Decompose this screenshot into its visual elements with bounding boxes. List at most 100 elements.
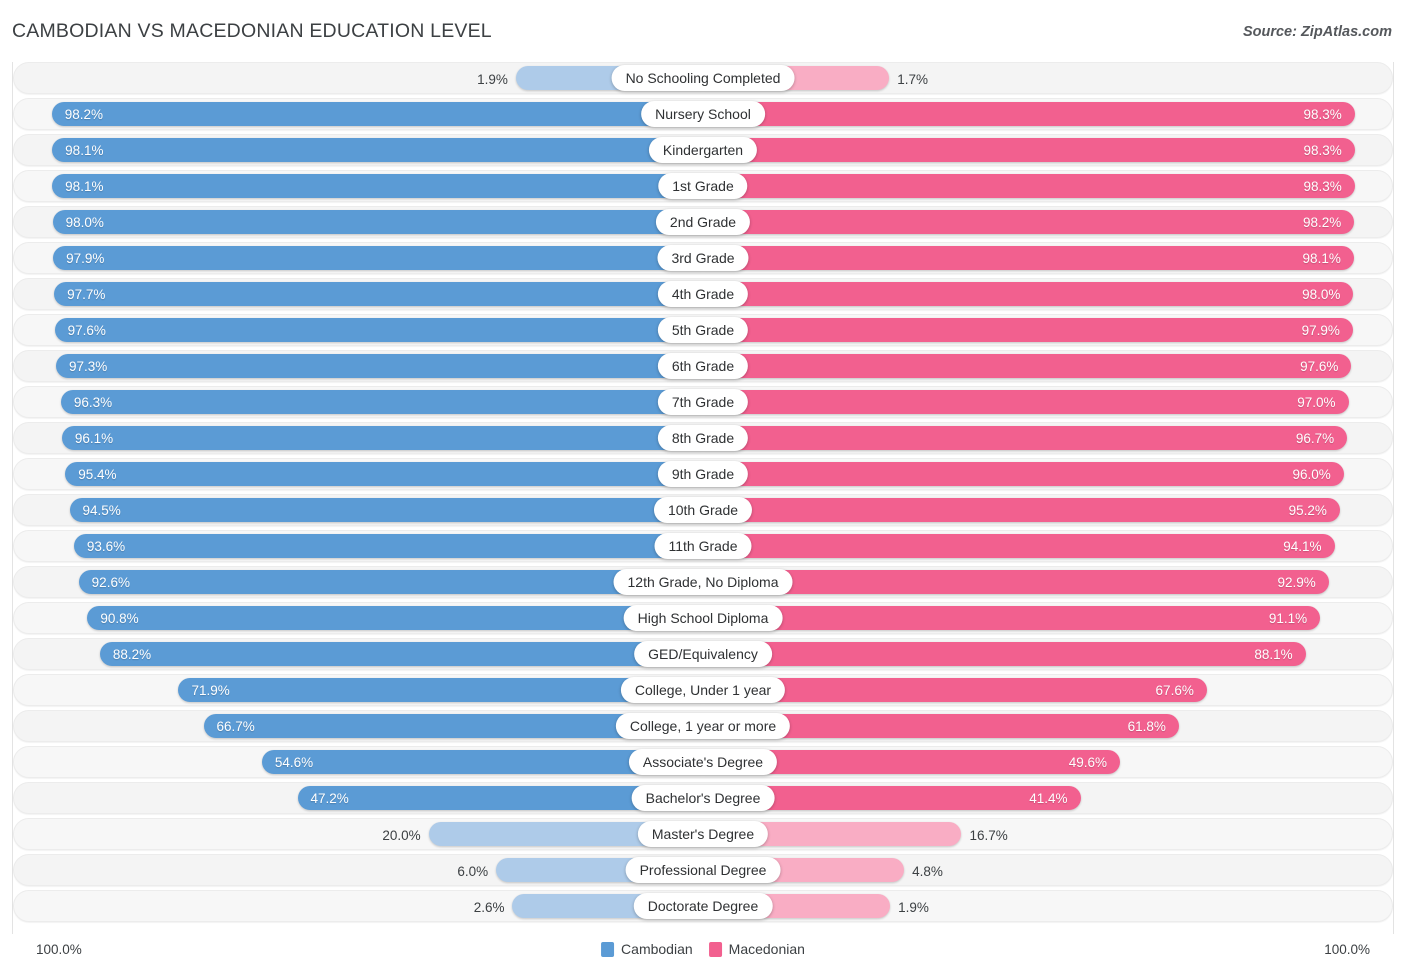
bar-value-cambodian: 1.9% bbox=[477, 71, 508, 87]
category-label: 8th Grade bbox=[657, 425, 749, 451]
bar-value-cambodian: 98.1% bbox=[65, 142, 104, 158]
bar-value-macedonian: 96.0% bbox=[1292, 466, 1331, 482]
bar-cambodian: 92.6% bbox=[78, 570, 703, 594]
bar-value-macedonian: 96.7% bbox=[1295, 430, 1335, 446]
bar-cambodian: 98.1% bbox=[52, 174, 703, 198]
chart-row-inner: 2.6% 1.9% Doctorate Degree bbox=[14, 891, 1392, 921]
legend-swatch-icon bbox=[601, 941, 615, 957]
chart-row: 6.0% 4.8% Professional Degree bbox=[13, 854, 1393, 886]
chart-row: 97.6% 97.9% 5th Grade bbox=[13, 314, 1393, 346]
bar-value-macedonian: 98.1% bbox=[1302, 250, 1341, 266]
bar-macedonian: 95.2% bbox=[703, 498, 1340, 522]
bar-macedonian: 98.1% bbox=[703, 246, 1354, 270]
chart-row: 97.9% 98.1% 3rd Grade bbox=[13, 242, 1393, 274]
chart-row-inner: 98.1% 98.3% Kindergarten bbox=[14, 135, 1392, 165]
bar-macedonian: 98.0% bbox=[703, 282, 1354, 306]
chart-row: 88.2% 88.1% GED/Equivalency bbox=[13, 638, 1393, 670]
category-label: Kindergarten bbox=[648, 137, 758, 163]
chart-row: 90.8% 91.1% High School Diploma bbox=[13, 602, 1393, 634]
bar-value-macedonian: 98.3% bbox=[1303, 178, 1342, 194]
chart-row: 97.3% 97.6% 6th Grade bbox=[13, 350, 1393, 382]
bar-macedonian: 97.6% bbox=[703, 354, 1352, 378]
chart-row: 2.6% 1.9% Doctorate Degree bbox=[13, 890, 1393, 922]
source-attribution: Source: ZipAtlas.com bbox=[1242, 24, 1392, 40]
chart-row: 96.3% 97.0% 7th Grade bbox=[13, 386, 1393, 418]
category-label: Doctorate Degree bbox=[633, 893, 773, 919]
category-label: 9th Grade bbox=[657, 461, 749, 487]
chart-row-inner: 47.2% 41.4% Bachelor's Degree bbox=[14, 783, 1392, 813]
chart-row-inner: 98.0% 98.2% 2nd Grade bbox=[14, 207, 1392, 237]
page-title: CAMBODIAN VS MACEDONIAN EDUCATION LEVEL bbox=[12, 20, 492, 42]
chart-row-inner: 96.1% 96.7% 8th Grade bbox=[14, 423, 1392, 453]
bar-value-macedonian: 67.6% bbox=[1155, 682, 1194, 698]
chart-footer: 100.0% Cambodian Macedonian 100.0% bbox=[0, 938, 1406, 970]
chart-row-inner: 1.9% 1.7% No Schooling Completed bbox=[14, 63, 1392, 93]
legend-item[interactable]: Macedonian bbox=[708, 941, 805, 957]
chart-row-inner: 20.0% 16.7% Master's Degree bbox=[14, 819, 1392, 849]
bar-value-macedonian: 98.2% bbox=[1303, 214, 1342, 230]
chart-row-inner: 95.4% 96.0% 9th Grade bbox=[14, 459, 1392, 489]
category-label: 3rd Grade bbox=[657, 245, 749, 271]
bar-macedonian: 96.7% bbox=[703, 426, 1348, 450]
chart-row-inner: 97.6% 97.9% 5th Grade bbox=[14, 315, 1392, 345]
bar-value-cambodian: 93.6% bbox=[86, 538, 126, 554]
bar-value-macedonian: 97.9% bbox=[1301, 322, 1340, 338]
chart-row-inner: 97.9% 98.1% 3rd Grade bbox=[14, 243, 1392, 273]
bar-value-cambodian: 2.6% bbox=[473, 899, 505, 915]
bar-macedonian: 97.9% bbox=[703, 318, 1353, 342]
bar-value-cambodian: 98.2% bbox=[64, 106, 103, 122]
category-label: GED/Equivalency bbox=[634, 641, 772, 667]
chart-row-inner: 54.6% 49.6% Associate's Degree bbox=[14, 747, 1392, 777]
bar-value-macedonian: 95.2% bbox=[1288, 502, 1327, 518]
bar-macedonian: 98.2% bbox=[703, 210, 1355, 234]
chart-row: 97.7% 98.0% 4th Grade bbox=[13, 278, 1393, 310]
bar-value-cambodian: 98.0% bbox=[65, 214, 104, 230]
chart-row-inner: 88.2% 88.1% GED/Equivalency bbox=[14, 639, 1392, 669]
axis-label-right: 100.0% bbox=[1324, 942, 1370, 957]
bar-macedonian: 92.9% bbox=[703, 570, 1329, 594]
bar-value-cambodian: 20.0% bbox=[382, 827, 421, 843]
chart-row-inner: 92.6% 92.9% 12th Grade, No Diploma bbox=[14, 567, 1392, 597]
chart-row: 20.0% 16.7% Master's Degree bbox=[13, 818, 1393, 850]
bar-value-cambodian: 6.0% bbox=[457, 863, 489, 879]
bar-value-macedonian: 49.6% bbox=[1068, 754, 1108, 770]
bar-value-cambodian: 54.6% bbox=[274, 754, 314, 770]
category-label: Associate's Degree bbox=[628, 749, 778, 775]
bar-cambodian: 98.1% bbox=[52, 138, 703, 162]
bar-cambodian: 90.8% bbox=[87, 606, 703, 630]
bar-value-cambodian: 95.4% bbox=[78, 466, 117, 482]
bar-value-cambodian: 92.6% bbox=[91, 574, 130, 590]
legend-item[interactable]: Cambodian bbox=[601, 941, 693, 957]
bar-value-cambodian: 97.9% bbox=[66, 250, 105, 266]
category-label: 7th Grade bbox=[657, 389, 749, 415]
chart-page: CAMBODIAN VS MACEDONIAN EDUCATION LEVEL … bbox=[0, 0, 1406, 975]
bar-value-cambodian: 97.7% bbox=[67, 286, 106, 302]
bar-cambodian: 97.6% bbox=[54, 318, 703, 342]
chart-row-inner: 98.2% 98.3% Nursery School bbox=[14, 99, 1392, 129]
category-label: College, 1 year or more bbox=[615, 713, 791, 739]
chart-row: 47.2% 41.4% Bachelor's Degree bbox=[13, 782, 1393, 814]
bar-value-macedonian: 97.0% bbox=[1297, 394, 1336, 410]
chart-row: 95.4% 96.0% 9th Grade bbox=[13, 458, 1393, 490]
chart-row-inner: 94.5% 95.2% 10th Grade bbox=[14, 495, 1392, 525]
bar-value-macedonian: 41.4% bbox=[1029, 790, 1068, 806]
chart-plot-area: 1.9% 1.7% No Schooling Completed 98.2% 98.3%… bbox=[12, 62, 1394, 934]
bar-value-cambodian: 97.6% bbox=[67, 322, 106, 338]
chart-row-inner: 98.1% 98.3% 1st Grade bbox=[14, 171, 1392, 201]
chart-row-inner: 90.8% 91.1% High School Diploma bbox=[14, 603, 1392, 633]
bar-macedonian: 96.0% bbox=[703, 462, 1344, 486]
bar-value-macedonian: 16.7% bbox=[969, 827, 1008, 843]
bar-value-cambodian: 88.2% bbox=[112, 646, 152, 662]
bar-cambodian: 93.6% bbox=[73, 534, 703, 558]
bar-macedonian: 88.1% bbox=[703, 642, 1306, 666]
bar-value-cambodian: 66.7% bbox=[216, 718, 255, 734]
bar-cambodian: 95.4% bbox=[65, 462, 703, 486]
category-label: 4th Grade bbox=[657, 281, 749, 307]
chart-row: 98.1% 98.3% Kindergarten bbox=[13, 134, 1393, 166]
chart-legend: Cambodian Macedonian bbox=[601, 941, 805, 957]
chart-row: 98.0% 98.2% 2nd Grade bbox=[13, 206, 1393, 238]
category-label: 2nd Grade bbox=[655, 209, 751, 235]
chart-row: 93.6% 94.1% 11th Grade bbox=[13, 530, 1393, 562]
bar-macedonian: 98.3% bbox=[703, 174, 1355, 198]
bar-cambodian: 94.5% bbox=[69, 498, 703, 522]
